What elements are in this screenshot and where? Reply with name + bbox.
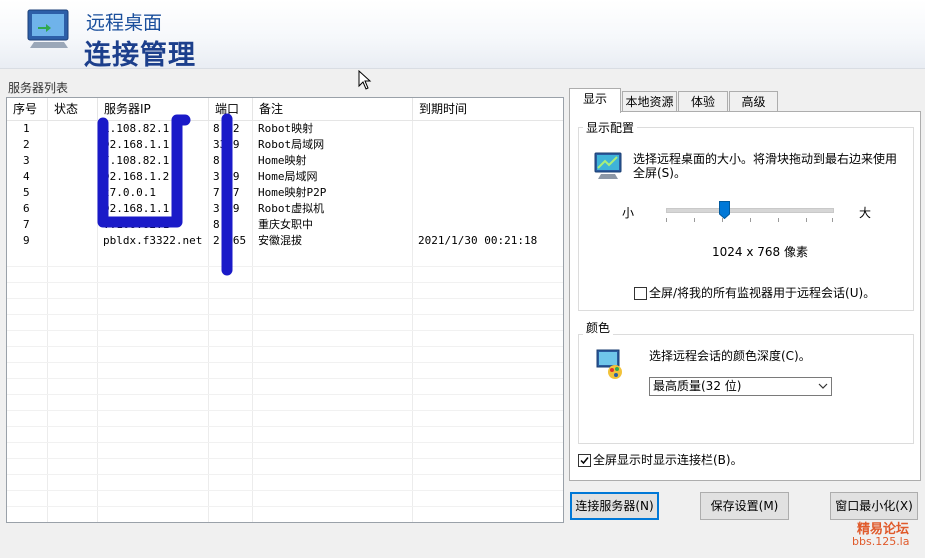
cell-no: 4	[23, 170, 30, 183]
cell-port: 3..9	[213, 202, 240, 215]
list-header: 序号 状态 服务器IP 端口 备注 到期时间	[7, 98, 563, 121]
cell-note: Home映射P2P	[258, 186, 327, 199]
save-settings-button[interactable]: 保存设置(M)	[700, 492, 789, 520]
cell-ip: 92.168.1.1	[103, 138, 170, 151]
color-group-title: 颜色	[583, 319, 614, 336]
tab-local-resources[interactable]: 本地资源	[622, 91, 677, 111]
connection-bar-checkbox[interactable]	[578, 454, 591, 467]
cell-no: 5	[23, 186, 30, 199]
cell-ip: 92.168.1.2	[103, 170, 170, 183]
cell-ip: 1.108.82.1	[103, 122, 170, 135]
connect-server-button[interactable]: 连接服务器(N)	[570, 492, 659, 520]
cell-ip: pbldx.f3322.net	[103, 234, 203, 247]
app-title: 连接管理	[84, 40, 196, 71]
col-header-port[interactable]: 端口	[209, 98, 253, 120]
col-header-note[interactable]: 备注	[253, 98, 413, 120]
connection-bar-label[interactable]: 全屏显示时显示连接栏(B)。	[593, 453, 743, 467]
slider-min-label: 小	[622, 206, 635, 220]
table-row[interactable]: 2 92.168.1.1 3389 Robot局域网	[7, 137, 563, 153]
cell-port: 8..	[213, 154, 233, 167]
cell-note: 重庆女职中	[258, 218, 313, 231]
tab-experience[interactable]: 体验	[678, 91, 728, 111]
display-settings-panel: 显示配置 选择远程桌面的大小。将滑块拖动到最右边来使用全屏(S)。 小 大 10…	[569, 111, 921, 481]
tab-advanced[interactable]: 高级	[729, 91, 778, 111]
table-row[interactable]: 7 ..108.82.1 8. 重庆女职中	[7, 217, 563, 233]
table-row[interactable]: 1 1.108.82.1 8..2 Robot映射	[7, 121, 563, 137]
col-header-status[interactable]: 状态	[48, 98, 98, 120]
app-header: 远程桌面 连接管理	[0, 0, 925, 71]
cell-port: 8..2	[213, 122, 240, 135]
cell-no: 6	[23, 202, 30, 215]
tab-display[interactable]: 显示	[569, 88, 621, 113]
slider-max-label: 大	[859, 206, 872, 220]
cell-note: Robot虚拟机	[258, 202, 325, 215]
cell-note: 安徽混拔	[258, 234, 302, 247]
table-row[interactable]: 4 92.168.1.2 3..9 Home局域网	[7, 169, 563, 185]
cell-no: 2	[23, 138, 30, 151]
resolution-value: 1024 x 768 像素	[712, 245, 808, 259]
chevron-down-icon	[818, 383, 828, 389]
resolution-slider-track[interactable]	[666, 208, 834, 213]
cell-no: 7	[23, 218, 30, 231]
display-config-title: 显示配置	[583, 119, 638, 136]
col-header-no[interactable]: 序号	[7, 98, 48, 120]
cell-port: 7..7	[213, 186, 240, 199]
minimize-window-button[interactable]: 窗口最小化(X)	[830, 492, 918, 520]
cell-ip: ..108.82.1	[103, 218, 170, 231]
cell-expiry: 2021/1/30 00:21:18	[418, 234, 538, 247]
table-row[interactable]: 9 pbldx.f3322.net 2..65 安徽混拔 2021/1/30 0…	[7, 233, 563, 249]
display-size-description: 选择远程桌面的大小。将滑块拖动到最右边来使用全屏(S)。	[633, 152, 898, 180]
cell-no: 1	[23, 122, 30, 135]
col-header-ip[interactable]: 服务器IP	[98, 98, 209, 120]
server-rows: 1 1.108.82.1 8..2 Robot映射 2 92.168.1.1 3…	[7, 121, 563, 249]
server-list-caption: 服务器列表	[8, 81, 69, 95]
server-list[interactable]: 序号 状态 服务器IP 端口 备注 到期时间 1 1.108.82.1 8..2…	[6, 97, 564, 523]
cell-ip: 27.0.0.1	[103, 186, 156, 199]
all-monitors-checkbox[interactable]	[634, 287, 647, 300]
mouse-cursor-icon	[358, 70, 372, 90]
color-depth-description: 选择远程会话的颜色深度(C)。	[649, 349, 811, 363]
cell-no: 3	[23, 154, 30, 167]
cell-ip: 92.168.1.1	[103, 202, 170, 215]
watermark-url: bbs.125.la	[852, 535, 910, 548]
cell-no: 9	[23, 234, 30, 247]
color-depth-icon	[596, 349, 622, 379]
cell-note: Robot映射	[258, 122, 314, 135]
cell-note: Home局域网	[258, 170, 318, 183]
table-row[interactable]: 6 92.168.1.1 3..9 Robot虚拟机	[7, 201, 563, 217]
cell-note: Robot局域网	[258, 138, 325, 151]
table-row[interactable]: 3 7.108.82.1 8.. Home映射	[7, 153, 563, 169]
cell-port: 8.	[213, 218, 227, 231]
resolution-slider-thumb[interactable]	[718, 201, 730, 219]
color-depth-selected: 最高质量(32 位)	[653, 379, 742, 393]
display-monitor-icon	[594, 152, 622, 179]
remote-desktop-icon	[27, 9, 69, 48]
cell-port: 3389	[213, 138, 240, 151]
col-header-expiry[interactable]: 到期时间	[413, 98, 563, 120]
cell-port: 3..9	[213, 170, 240, 183]
all-monitors-label[interactable]: 全屏/将我的所有监视器用于远程会话(U)。	[649, 286, 875, 300]
cell-port: 2..65	[213, 234, 247, 247]
table-row[interactable]: 5 27.0.0.1 7..7 Home映射P2P	[7, 185, 563, 201]
app-subtitle: 远程桌面	[86, 12, 163, 34]
cell-note: Home映射	[258, 154, 307, 167]
cell-ip: 7.108.82.1	[103, 154, 170, 167]
checkmark-icon	[580, 457, 589, 465]
color-depth-select[interactable]: 最高质量(32 位)	[649, 377, 832, 396]
